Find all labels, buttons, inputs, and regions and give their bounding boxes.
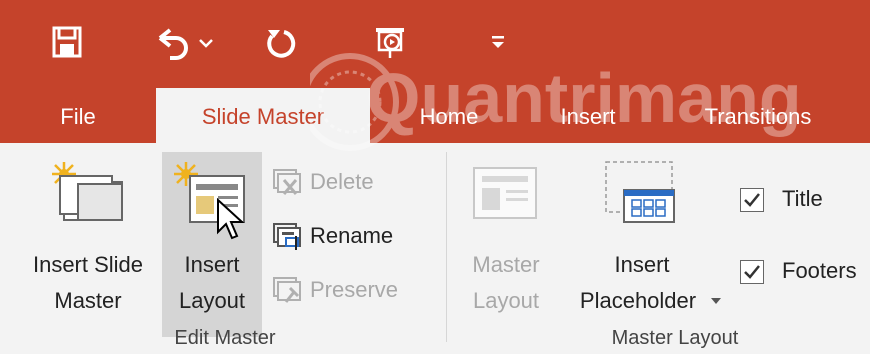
delete-button[interactable]: Delete	[272, 162, 374, 202]
undo-button[interactable]	[150, 22, 216, 70]
insert-slide-master-label-1: Insert Slide	[32, 252, 144, 277]
insert-slide-master-icon	[52, 162, 123, 221]
insert-placeholder-label-2: Placeholder	[579, 288, 697, 313]
rename-button[interactable]: Rename	[272, 216, 393, 256]
start-from-beginning-icon	[376, 28, 404, 58]
preserve-icon	[273, 277, 301, 303]
checkmark-icon	[744, 265, 760, 279]
mouse-cursor-icon	[217, 198, 245, 240]
ribbon-tabs: File Slide Master Home Insert Transition…	[0, 88, 870, 143]
checkmark-icon	[744, 193, 760, 207]
title-checkbox[interactable]	[740, 188, 764, 212]
master-layout-label-1: Master	[472, 252, 540, 277]
footers-checkbox[interactable]	[740, 260, 764, 284]
insert-placeholder-label-1: Insert	[614, 252, 670, 277]
master-layout-label-2: Layout	[472, 288, 540, 313]
insert-layout-button[interactable]: Insert Layout	[162, 158, 262, 328]
group-separator	[446, 152, 447, 342]
redo-button[interactable]	[262, 22, 298, 70]
tab-transitions[interactable]: Transitions	[688, 88, 828, 143]
master-layout-group-label: Master Layout	[611, 327, 739, 349]
delete-slide-icon	[273, 169, 301, 195]
insert-placeholder-button[interactable]: Insert Placeholder	[558, 158, 726, 328]
title-checkbox-row[interactable]: Title	[740, 184, 870, 218]
footers-checkbox-label: Footers	[782, 258, 857, 283]
insert-slide-master-button[interactable]: Insert Slide Master	[18, 158, 158, 328]
tab-file[interactable]: File	[38, 88, 118, 143]
customize-quick-access-icon	[492, 36, 504, 48]
tab-insert[interactable]: Insert	[548, 88, 628, 143]
master-layout-icon	[473, 167, 537, 219]
delete-label: Delete	[310, 169, 374, 194]
title-checkbox-label: Title	[782, 186, 823, 211]
start-from-beginning-button[interactable]	[370, 22, 410, 70]
edit-master-group-label: Edit Master	[174, 327, 276, 349]
tab-home[interactable]: Home	[404, 88, 494, 143]
master-layout-button[interactable]: Master Layout	[458, 158, 554, 328]
rename-icon	[273, 223, 301, 250]
insert-layout-label-1: Insert	[184, 252, 240, 277]
save-button[interactable]	[50, 22, 86, 70]
preserve-button[interactable]: Preserve	[272, 270, 398, 310]
insert-slide-master-label-2: Master	[54, 288, 122, 313]
redo-icon	[267, 30, 296, 58]
tab-slide-master[interactable]: Slide Master	[156, 88, 370, 143]
save-icon	[52, 26, 82, 58]
preserve-label: Preserve	[310, 277, 399, 302]
insert-placeholder-icon	[605, 161, 675, 223]
chevron-down-icon	[711, 298, 721, 304]
undo-icon	[158, 28, 213, 60]
rename-label: Rename	[310, 223, 394, 248]
footers-checkbox-row[interactable]: Footers	[740, 256, 870, 290]
customize-quick-access-button[interactable]	[488, 22, 508, 70]
insert-layout-label-2: Layout	[178, 288, 246, 313]
